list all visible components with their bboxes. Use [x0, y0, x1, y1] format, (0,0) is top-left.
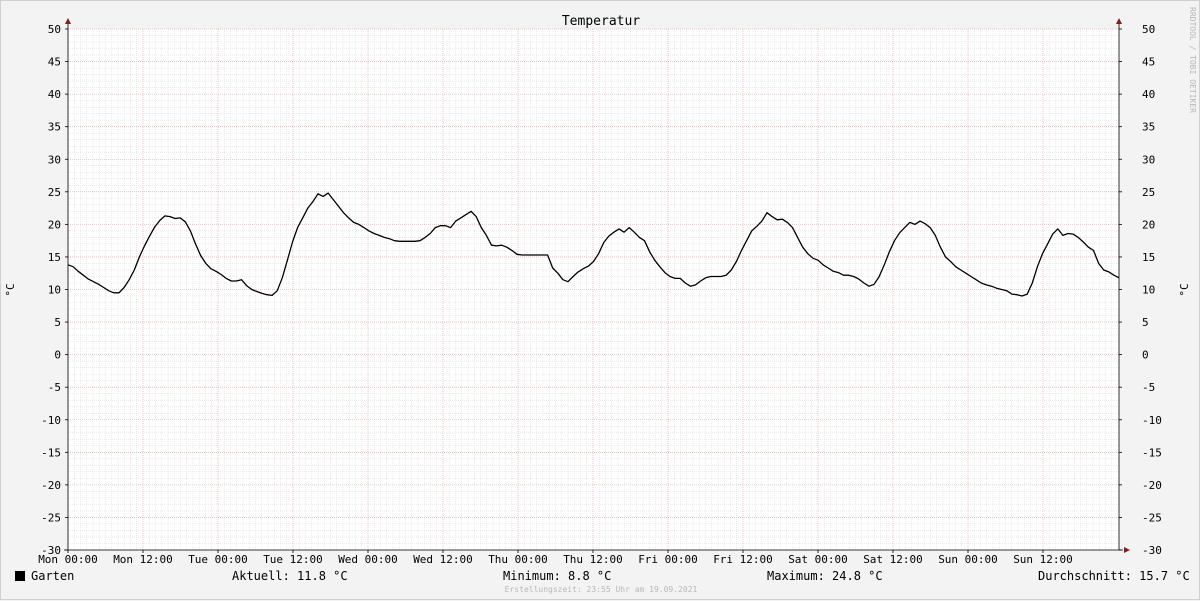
y-tick-label-left: -20 [41, 479, 61, 492]
x-tick-label: Mon 00:00 [38, 553, 98, 566]
x-tick-label: Sat 12:00 [863, 553, 923, 566]
legend-swatch [15, 571, 25, 581]
y-tick-label-right: -20 [1142, 479, 1162, 492]
y-tick-label-left: 35 [48, 121, 61, 134]
y-tick-label-right: 50 [1142, 23, 1155, 36]
legend-minimum: Minimum: 8.8 °C [503, 569, 612, 583]
y-tick-label-right: 20 [1142, 218, 1155, 231]
y-tick-label-left: -15 [41, 446, 61, 459]
y-tick-label-right: 30 [1142, 153, 1155, 166]
y-tick-label-right: -5 [1142, 381, 1155, 394]
plot-area [68, 29, 1119, 550]
legend-aktuell: Aktuell: 11.8 °C [232, 569, 348, 583]
x-tick-label: Wed 12:00 [413, 553, 473, 566]
y-ticks-right: 50454035302520151050-5-10-15-20-25-30 [1119, 23, 1162, 557]
y-tick-label-left: 30 [48, 153, 61, 166]
y-tick-label-left: 45 [48, 56, 61, 69]
y-axis-label-left: °C [4, 283, 17, 296]
legend-row: Garten Aktuell: 11.8 °C Minimum: 8.8 °C … [1, 567, 1200, 587]
x-tick-label: Fri 12:00 [713, 553, 773, 566]
x-ticks: Mon 00:00 Mon 12:00 Tue 00:00 Tue 12:00 Wed … [38, 550, 1073, 566]
y-tick-label-right: 35 [1142, 121, 1155, 134]
chart-title: Temperatur [562, 14, 640, 29]
x-tick-label: Fri 00:00 [638, 553, 698, 566]
y-tick-label-left: 10 [48, 284, 61, 297]
x-axis-arrow [1124, 547, 1130, 553]
watermark: RRDTOOL / TOBI OETIKER [1188, 7, 1197, 113]
y-tick-label-left: 15 [48, 251, 61, 264]
y-tick-label-right: 15 [1142, 251, 1155, 264]
y-tick-label-left: -25 [41, 511, 61, 524]
footer-timestamp: Erstellungszeit: 23:55 Uhr am 19.09.2021 [504, 585, 698, 594]
legend-maximum: Maximum: 24.8 °C [767, 569, 883, 583]
y-tick-label-right: 10 [1142, 284, 1155, 297]
y-axis-right-arrow [1116, 18, 1122, 24]
y-tick-label-right: 5 [1142, 316, 1149, 329]
x-tick-label: Sun 12:00 [1013, 553, 1073, 566]
y-tick-label-right: -15 [1142, 446, 1162, 459]
legend-series-name: Garten [31, 569, 75, 583]
x-tick-label: Thu 12:00 [563, 553, 623, 566]
y-tick-label-right: 40 [1142, 88, 1155, 101]
temperature-chart: 50454035302520151050-5-10-15-20-25-30 50… [4, 7, 1197, 566]
y-tick-label-left: 5 [54, 316, 61, 329]
y-tick-label-left: -10 [41, 414, 61, 427]
x-tick-label: Sat 00:00 [788, 553, 848, 566]
y-tick-label-right: -30 [1142, 544, 1162, 557]
y-tick-label-left: 50 [48, 23, 61, 36]
y-ticks-left: 50454035302520151050-5-10-15-20-25-30 [41, 23, 68, 557]
x-tick-label: Tue 00:00 [188, 553, 248, 566]
y-tick-label-right: 25 [1142, 186, 1155, 199]
y-axis-label-right: °C [1178, 283, 1191, 296]
chart-window: 50 45 40 35 30 25 20 15 10 5 0 -5 -10 -15 -20 -25 -30 50… [0, 0, 1200, 600]
x-tick-label: Sun 00:00 [938, 553, 998, 566]
x-tick-label: Mon 12:00 [113, 553, 173, 566]
y-tick-label-left: 20 [48, 218, 61, 231]
y-axis-left-arrow [65, 18, 71, 24]
y-tick-label-right: 0 [1142, 349, 1149, 362]
x-tick-label: Wed 00:00 [338, 553, 398, 566]
legend-durchschnitt: Durchschnitt: 15.7 °C [1038, 569, 1190, 583]
y-tick-label-left: -5 [48, 381, 61, 394]
y-tick-label-right: -10 [1142, 414, 1162, 427]
x-tick-label: Tue 12:00 [263, 553, 323, 566]
y-tick-label-right: -25 [1142, 511, 1162, 524]
y-tick-label-right: 45 [1142, 56, 1155, 69]
y-tick-label-left: 25 [48, 186, 61, 199]
y-tick-label-left: 0 [54, 349, 61, 362]
y-tick-label-left: 40 [48, 88, 61, 101]
x-tick-label: Thu 00:00 [488, 553, 548, 566]
